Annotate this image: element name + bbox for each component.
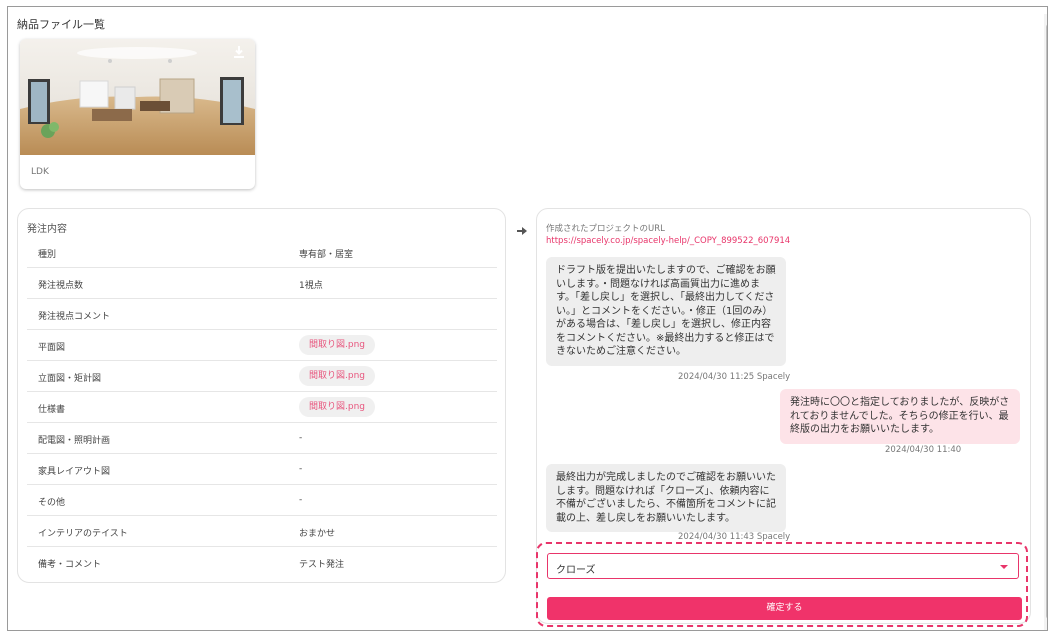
scrollbar-thumb[interactable] (1046, 24, 1047, 619)
delivery-section-title: 納品ファイル一覧 (17, 18, 105, 31)
message-meta: 2024/04/30 11:43 Spacely (678, 532, 791, 542)
file-label: LDK (31, 167, 49, 177)
file-chip[interactable]: 間取り図.png (299, 397, 375, 417)
table-row: 家具レイアウト図 - (27, 454, 497, 485)
table-row: 仕様書 間取り図.png (27, 392, 497, 423)
delivered-file-card[interactable]: LDK (20, 39, 255, 189)
table-row: 立面図・矩計図 間取り図.png (27, 361, 497, 392)
chat-message-left: 最終出力が完成しましたのでご確認をお願いいたします。問題なければ「クローズ」、依… (546, 464, 786, 532)
table-row: 備考・コメント テスト発注 (27, 547, 497, 578)
order-table: 種別 専有部・居室 発注視点数 1視点 発注視点コメント 平面図 間取り図.pn… (27, 237, 497, 578)
table-row: その他 - (27, 485, 497, 516)
table-row: 発注視点コメント (27, 299, 497, 330)
row-key: 種別 (38, 250, 57, 260)
table-row: 配電図・照明計画 - (27, 423, 497, 454)
row-key: インテリアのテイスト (38, 529, 128, 539)
order-details-panel: 発注内容 種別 専有部・居室 発注視点数 1視点 発注視点コメント 平面図 間取… (17, 208, 506, 583)
row-value: - (299, 464, 303, 474)
table-row: 平面図 間取り図.png (27, 330, 497, 361)
table-row: インテリアのテイスト おまかせ (27, 516, 497, 547)
chat-message-right: 発注時に〇〇と指定しておりましたが、反映がされておりませんでした。そちらの修正を… (780, 389, 1020, 444)
row-key: 備考・コメント (38, 560, 102, 570)
file-chip[interactable]: 間取り図.png (299, 366, 375, 386)
message-meta: 2024/04/30 11:25 Spacely (678, 372, 791, 382)
project-url-link[interactable]: https://spacely.co.jp/spacely-help/_COPY… (546, 236, 790, 246)
message-meta: 2024/04/30 11:40 (885, 445, 962, 455)
row-key: その他 (38, 498, 66, 508)
download-icon[interactable] (232, 45, 246, 59)
row-value: - (299, 433, 303, 443)
file-thumbnail[interactable] (20, 39, 255, 155)
row-key: 平面図 (38, 343, 66, 353)
highlight-dashed-outline (536, 542, 1028, 627)
project-url-label: 作成されたプロジェクトのURL (546, 224, 665, 234)
row-value: 1視点 (299, 281, 323, 291)
table-row: 種別 専有部・居室 (27, 237, 497, 268)
row-key: 発注視点数 (38, 281, 84, 291)
row-key: 立面図・矩計図 (38, 374, 102, 384)
row-key: 配電図・照明計画 (38, 436, 111, 446)
order-title: 発注内容 (27, 224, 67, 235)
row-key: 発注視点コメント (38, 312, 111, 322)
table-row: 発注視点数 1視点 (27, 268, 497, 299)
arrow-right-icon (517, 227, 527, 235)
main-frame: 納品ファイル一覧 LDK 発注内容 種別 専有部・居室 発注視点数 1視点 発注… (7, 6, 1048, 631)
row-value: - (299, 495, 303, 505)
row-key: 家具レイアウト図 (38, 467, 111, 477)
row-value: テスト発注 (299, 560, 345, 570)
chat-message-left: ドラフト版を提出いたしますので、ご確認をお願いします。・問題なければ高画質出力に… (546, 257, 786, 366)
row-value: おまかせ (299, 529, 336, 539)
scrollbar[interactable] (1044, 14, 1047, 630)
row-value: 専有部・居室 (299, 250, 354, 260)
row-key: 仕様書 (38, 405, 66, 415)
file-chip[interactable]: 間取り図.png (299, 335, 375, 355)
